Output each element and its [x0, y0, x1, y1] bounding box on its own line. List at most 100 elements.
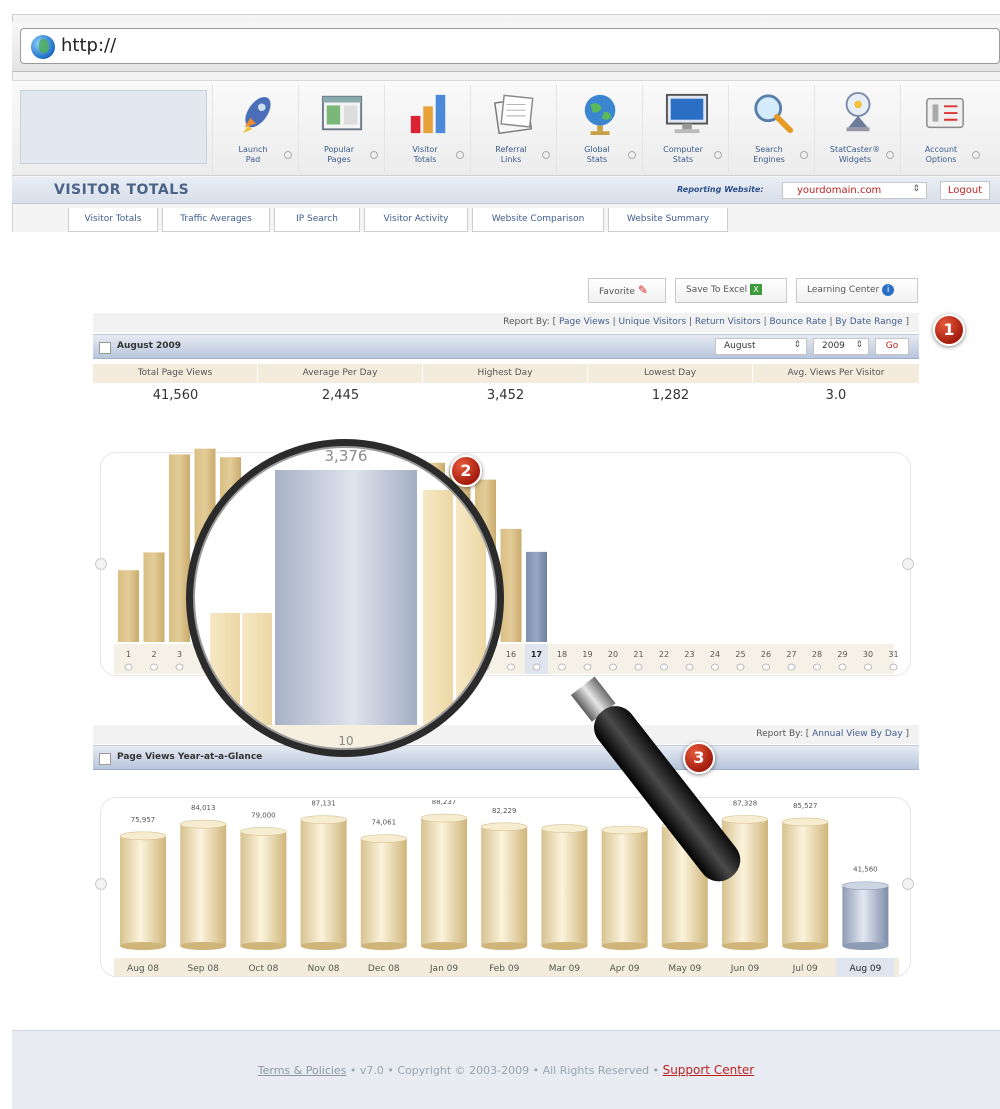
learning-center-button[interactable]: Learning Center i	[796, 278, 918, 303]
nav-dropdown-dot[interactable]	[972, 151, 980, 159]
nav-item-label: Global Stats	[563, 145, 631, 165]
month-value-label: 85,527	[793, 802, 818, 810]
nav-item-visitor[interactable]: Visitor Totals	[384, 85, 468, 173]
comment-bubble-icon[interactable]	[124, 663, 133, 671]
day-bar[interactable]	[118, 570, 139, 642]
go-button[interactable]: Go	[875, 338, 909, 355]
footer-copyright: • v7.0 • Copyright © 2003-2009 • All Rig…	[346, 1064, 663, 1077]
month-cylinder[interactable]	[842, 885, 889, 946]
bar-chart-icon	[410, 94, 446, 134]
comment-bubble-icon[interactable]	[838, 663, 847, 671]
magnifier-overlay: 3,376 10	[186, 439, 741, 882]
tab-traffic-averages[interactable]: Traffic Averages	[162, 208, 270, 232]
handle-grip	[594, 706, 741, 882]
settings-icon	[926, 97, 964, 129]
month-select[interactable]: August ⇕	[715, 338, 807, 355]
tab-visitor-totals[interactable]: Visitor Totals	[68, 208, 158, 232]
chart-next-arrow[interactable]	[902, 558, 914, 570]
nav-dropdown-dot[interactable]	[886, 151, 894, 159]
month-value-label: 41,560	[853, 866, 878, 874]
nav-dropdown-dot[interactable]	[456, 151, 464, 159]
report-link-date-range[interactable]: By Date Range	[835, 317, 902, 327]
report-by-label: Report By: [	[503, 317, 557, 327]
nav-dropdown-dot[interactable]	[370, 151, 378, 159]
callout-badge-2: 2	[450, 455, 482, 487]
year-select[interactable]: 2009 ⇕	[813, 338, 869, 355]
calendar-icon	[494, 94, 534, 135]
year-select-value: 2009	[822, 341, 845, 351]
nav-item-global[interactable]: Global Stats	[556, 85, 640, 173]
nav-label-line1: Computer	[663, 145, 703, 154]
address-bar[interactable]: http://	[20, 28, 1000, 64]
favorite-label: Favorite	[599, 287, 635, 297]
comment-bubble-icon[interactable]	[889, 663, 898, 671]
terms-link[interactable]: Terms & Policies	[258, 1064, 347, 1077]
nav-label-line2: Totals	[413, 155, 437, 164]
nav-item-popular[interactable]: Popular Pages	[298, 85, 382, 173]
report-link-bounce-rate[interactable]: Bounce Rate	[770, 317, 827, 327]
nav-item-statcaster[interactable]: StatCaster® Widgets	[814, 85, 898, 173]
tab-ip-search[interactable]: IP Search	[274, 208, 360, 232]
annual-view-by-day-link[interactable]: Annual View By Day	[812, 729, 903, 739]
cylinder-top	[842, 881, 889, 891]
stat-lowest-day: 1,282	[651, 388, 690, 403]
day-tick-label: 30	[863, 650, 873, 659]
annual-prev-arrow[interactable]	[95, 878, 107, 890]
excel-icon: X	[750, 284, 763, 295]
report-by-bar: Report By: [ Page Views | Unique Visitor…	[93, 313, 919, 332]
comment-bubble-icon[interactable]	[813, 663, 821, 671]
monitor-icon	[665, 93, 709, 134]
day-bar[interactable]	[143, 552, 165, 642]
report-link-page-views[interactable]: Page Views	[559, 317, 610, 327]
nav-dropdown-dot[interactable]	[800, 151, 808, 159]
annual-next-arrow[interactable]	[902, 878, 914, 890]
nav-item-search[interactable]: Search Engines	[728, 85, 812, 173]
nav-dropdown-dot[interactable]	[628, 151, 636, 159]
stat-header: Lowest Day	[588, 364, 753, 383]
tab-website-comparison[interactable]: Website Comparison	[472, 208, 604, 232]
annual-checkbox[interactable]	[99, 753, 111, 765]
window-icon	[321, 95, 363, 131]
info-icon: i	[882, 283, 895, 296]
reporting-website-select[interactable]: yourdomain.com ⇕	[782, 182, 927, 199]
nav-item-computer[interactable]: Computer Stats	[642, 85, 726, 173]
chart-prev-arrow[interactable]	[95, 558, 107, 570]
nav-item-label: Referral Links	[477, 145, 545, 165]
support-center-link[interactable]: Support Center	[663, 1063, 755, 1077]
day-tick-label: 1	[126, 650, 131, 659]
nav-item-label: Search Engines	[735, 145, 803, 165]
stat-header: Total Page Views	[93, 364, 258, 383]
nav-dropdown-dot[interactable]	[284, 151, 292, 159]
nav-item-label: Account Options	[907, 145, 975, 165]
month-cylinder[interactable]	[120, 835, 166, 946]
satellite-icon	[845, 92, 871, 132]
cylinder-top	[119, 831, 167, 841]
report-link-unique-visitors[interactable]: Unique Visitors	[618, 317, 686, 327]
nav-label-line1: Launch	[238, 145, 268, 154]
magnifier-icon	[754, 94, 794, 134]
nav-item-launch[interactable]: Launch Pad	[212, 85, 296, 173]
nav-item-referral[interactable]: Referral Links	[470, 85, 554, 173]
nav-label-line1: Visitor	[412, 145, 438, 154]
report-link-return-visitors[interactable]: Return Visitors	[695, 317, 761, 327]
nav-dropdown-dot[interactable]	[542, 151, 550, 159]
month-tick-label: Aug 09	[849, 964, 881, 974]
month-cylinder[interactable]	[782, 821, 829, 946]
month-checkbox[interactable]	[99, 342, 111, 354]
callout-badge-1: 1	[933, 314, 965, 346]
comment-bubble-icon[interactable]	[787, 663, 796, 671]
tab-website-summary[interactable]: Website Summary	[608, 208, 728, 232]
nav-label-line2: Pad	[245, 155, 261, 164]
page-header: VISITOR TOTALS Reporting Website: yourdo…	[12, 177, 1000, 204]
favorite-button[interactable]: Favorite ✎	[588, 278, 666, 303]
logout-button[interactable]: Logout	[940, 181, 990, 200]
rocket-icon	[242, 96, 271, 134]
save-to-excel-button[interactable]: Save To Excel X	[675, 278, 787, 303]
comment-bubble-icon[interactable]	[864, 663, 872, 671]
cylinder-base	[120, 942, 166, 950]
tab-visitor-activity[interactable]: Visitor Activity	[364, 208, 468, 232]
stats-header-row: Total Page Views Average Per Day Highest…	[93, 364, 919, 383]
nav-dropdown-dot[interactable]	[714, 151, 722, 159]
comment-bubble-icon[interactable]	[150, 663, 158, 671]
nav-item-account[interactable]: Account Options	[900, 85, 984, 173]
